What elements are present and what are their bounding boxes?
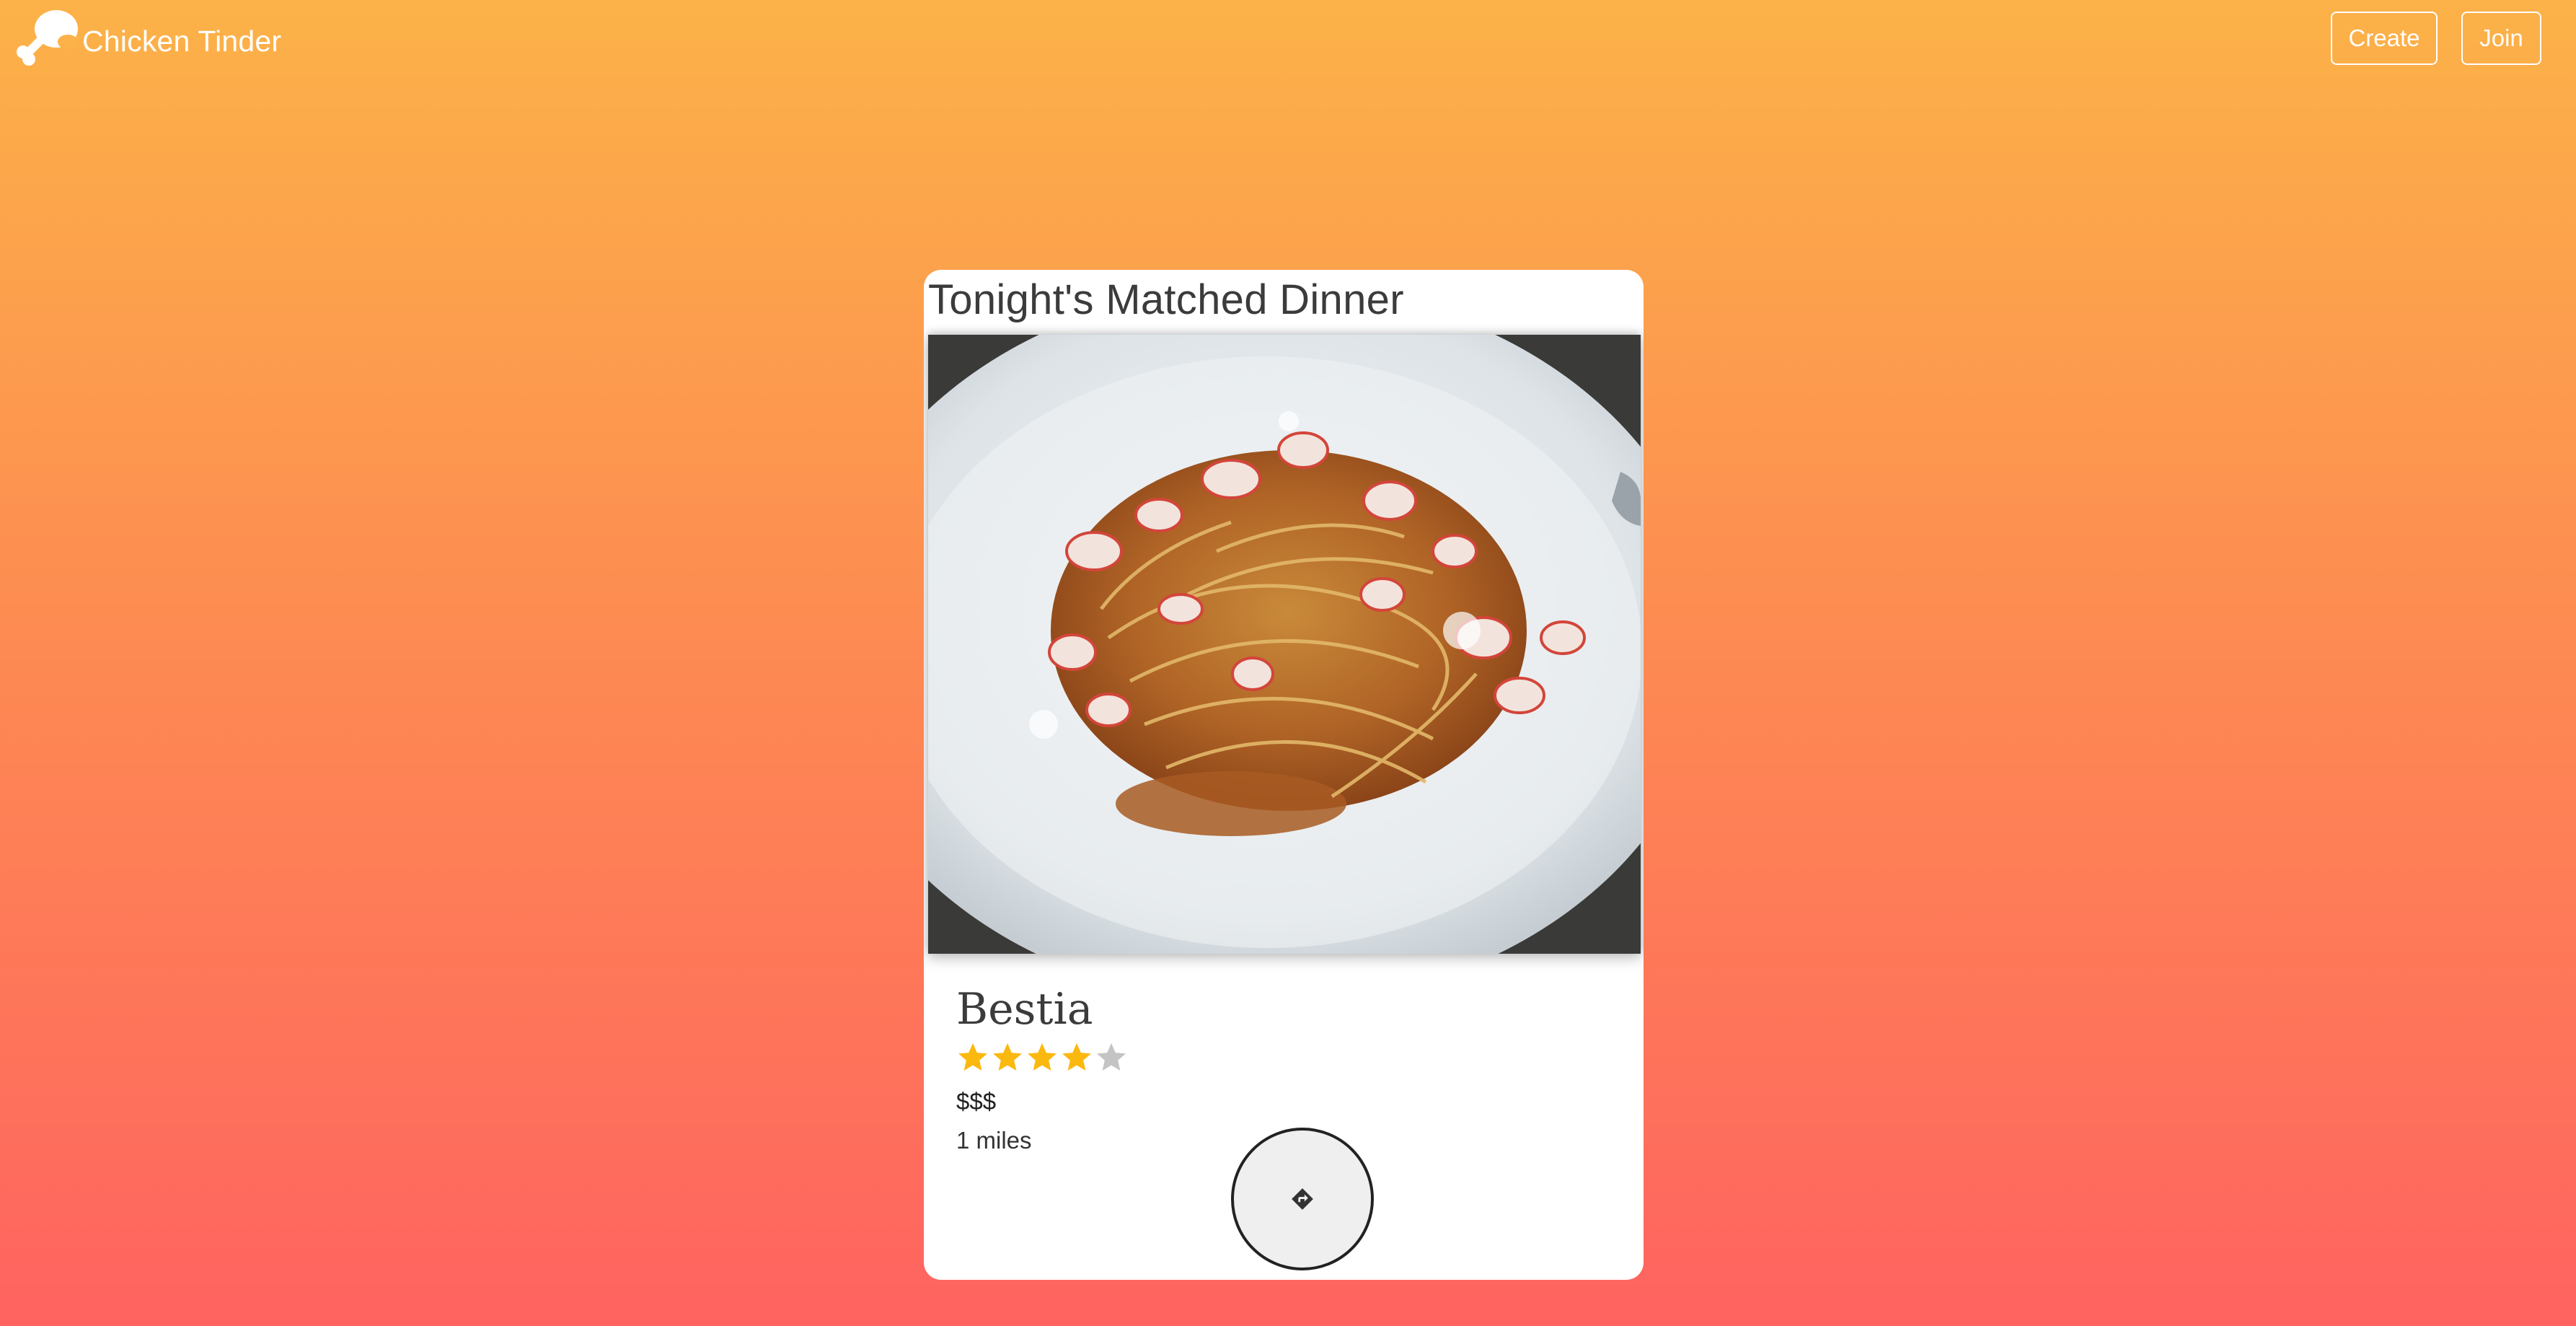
directions-button[interactable] [1231,1128,1374,1270]
distance: 1 miles [956,1127,1032,1154]
join-button[interactable]: Join [2461,12,2541,65]
star-filled-icon [958,1043,987,1071]
star-rating [956,1040,1129,1075]
star-filled-icon [993,1043,1022,1071]
create-button[interactable]: Create [2331,12,2438,65]
chicken-drumstick-icon [17,10,78,66]
price-level: $$$ [956,1088,997,1115]
restaurant-name: Bestia [956,984,1093,1035]
star-filled-icon [1062,1043,1091,1071]
directions-sign-icon [1292,1188,1313,1210]
star-empty-icon [1097,1043,1126,1071]
star-filled-icon [1028,1043,1057,1071]
restaurant-card: Tonight's Matched Dinner Bestia $$$ 1 mi… [924,270,1644,1280]
brand-link[interactable]: Chicken Tinder [13,4,281,71]
restaurant-photo [928,335,1641,954]
card-title: Tonight's Matched Dinner [928,276,1404,323]
brand-name: Chicken Tinder [82,24,282,58]
